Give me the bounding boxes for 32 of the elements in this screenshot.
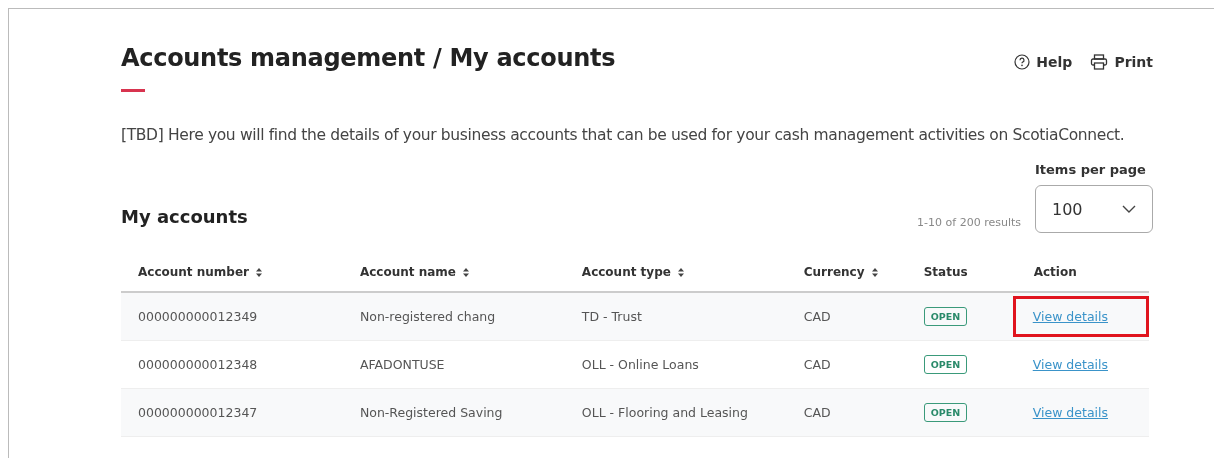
page-title: Accounts management / My accounts xyxy=(121,44,616,72)
table-cell: OLL - Flooring and Leasing xyxy=(564,388,787,437)
items-per-page-label: Items per page xyxy=(1035,162,1147,177)
status-badge: OPEN xyxy=(923,307,968,326)
section-title: My accounts xyxy=(121,206,248,227)
table-cell: CAD xyxy=(786,292,907,341)
table-cell: Non-registered chang xyxy=(342,292,565,341)
table-cell: CAD xyxy=(786,340,907,389)
chevron-down-icon xyxy=(1122,205,1136,213)
items-per-page-select[interactable]: 100 xyxy=(1035,185,1153,233)
title-underline xyxy=(121,89,145,92)
help-button[interactable]: Help xyxy=(1014,54,1073,70)
table-cell: CAD xyxy=(786,388,907,437)
print-button[interactable]: Print xyxy=(1090,54,1153,70)
table-cell: Non-Registered Saving xyxy=(342,388,565,437)
table-cell: AFADONTUSE xyxy=(342,340,565,389)
status-badge: OPEN xyxy=(923,403,968,422)
table-cell: 000000000012348 xyxy=(121,340,343,389)
results-count: 1-10 of 200 results xyxy=(917,216,1021,229)
sort-icon xyxy=(871,267,878,277)
table-cell: OLL - Online Loans xyxy=(564,340,787,389)
page-description: [TBD] Here you will find the details of your business accounts that can be used for your cash management activities on ScotiaConnect. xyxy=(121,126,1126,144)
sort-icon xyxy=(256,267,262,277)
status-badge: OPEN xyxy=(923,355,968,374)
sort-icon xyxy=(463,267,469,277)
table-cell: 000000000012349 xyxy=(121,292,343,341)
view-details-link[interactable]: View details xyxy=(1032,357,1108,372)
sort-icon xyxy=(677,267,684,277)
table-cell: 000000000012347 xyxy=(121,388,343,437)
printer-icon xyxy=(1090,54,1109,70)
help-icon xyxy=(1014,54,1031,70)
table-cell: TD - Trust xyxy=(564,292,787,341)
